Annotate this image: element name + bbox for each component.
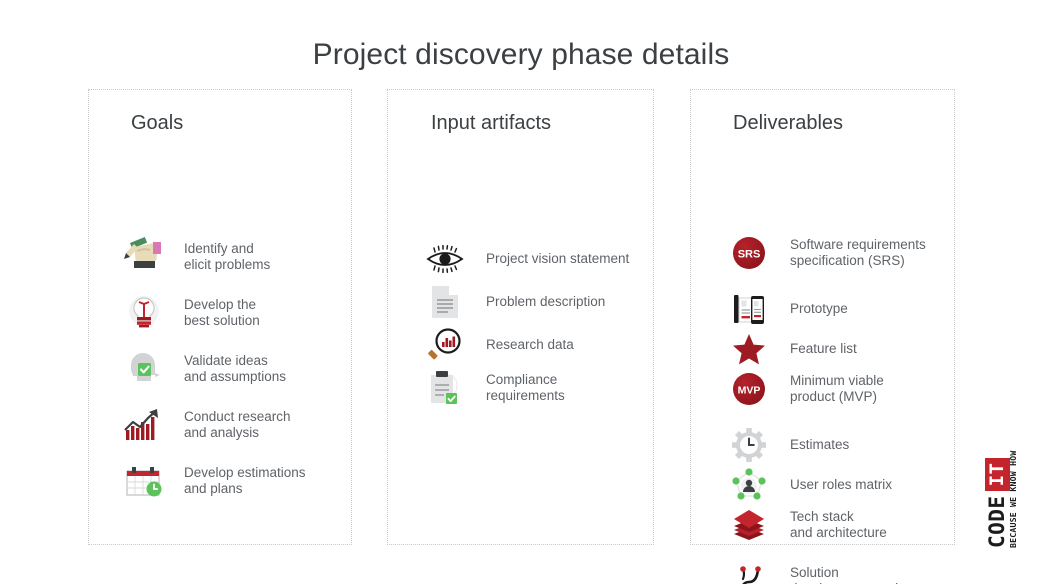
list-item: SRS Software requirements specification … — [727, 233, 926, 273]
head-check-icon — [122, 349, 166, 389]
panel-goals-items: Identify and elicit problems Develop the… — [89, 90, 351, 544]
list-item: Identify and elicit problems — [122, 237, 270, 277]
list-item-label: Compliance requirements — [486, 372, 565, 403]
page-title: Project discovery phase details — [312, 38, 730, 71]
panel-input-artifacts-items: Project vision statement Problem descrip… — [388, 90, 653, 544]
list-item: Research data — [423, 325, 574, 365]
clipboard-check-icon — [423, 368, 467, 408]
lightbulb-icon — [122, 293, 166, 333]
list-item-label: Validate ideas and assumptions — [184, 353, 287, 384]
panel-input-artifacts: Input artifacts Project vision statement… — [387, 89, 654, 545]
magnifier-chart-icon — [423, 325, 467, 365]
list-item-label: Tech stack and architecture — [790, 509, 887, 540]
brand-logo: CODE IT BECAUSE WE KNOW HOW — [983, 424, 1021, 550]
list-item: Conduct research and analysis — [122, 405, 291, 445]
star-icon — [727, 329, 771, 369]
logo-tagline-wrap: BECAUSE WE KNOW HOW — [1007, 424, 1019, 548]
panel-deliverables: Deliverables SRS Software requirements s… — [690, 89, 955, 584]
list-item: Project vision statement — [423, 239, 629, 279]
user-network-icon — [727, 465, 771, 505]
document-icon — [423, 282, 467, 322]
list-item-label: Identify and elicit problems — [184, 241, 271, 272]
layers-stack-icon — [727, 505, 771, 545]
list-item: MVP Minimum viable product (MVP) — [727, 369, 884, 409]
growth-chart-icon — [122, 405, 166, 445]
list-item: Validate ideas and assumptions — [122, 349, 286, 389]
mvp-badge-icon: MVP — [727, 369, 771, 409]
list-item: Develop the best solution — [122, 293, 260, 333]
list-item-label: Develop the best solution — [184, 297, 260, 328]
roadmap-path-icon — [727, 561, 771, 584]
svg-text:SRS: SRS — [738, 249, 761, 261]
list-item-label: Solution development roadmap — [790, 565, 924, 584]
list-item-label: User roles matrix — [790, 477, 893, 492]
eye-icon — [423, 239, 467, 279]
list-item-label: Estimates — [790, 437, 850, 452]
list-item: Prototype — [727, 289, 848, 329]
list-item-label: Minimum viable product (MVP) — [790, 373, 884, 404]
list-item-label: Research data — [486, 337, 574, 352]
list-item-label: Feature list — [790, 341, 857, 356]
logo-code-text: CODE — [984, 495, 1009, 548]
gear-clock-icon — [727, 425, 771, 465]
srs-badge-icon: SRS — [727, 233, 771, 273]
list-item-label: Prototype — [790, 301, 848, 316]
list-item: Problem description — [423, 282, 605, 322]
calendar-clock-icon — [122, 461, 166, 501]
list-item-label: Conduct research and analysis — [184, 409, 291, 440]
slide-canvas: Project discovery phase details Goals Id… — [0, 0, 1042, 584]
list-item-label: Problem description — [486, 294, 606, 309]
list-item: Develop estimations and plans — [122, 461, 306, 501]
list-item: Tech stack and architecture — [727, 505, 887, 545]
list-item-label: Project vision statement — [486, 251, 630, 266]
list-item: Solution development roadmap — [727, 561, 924, 584]
hand-pencil-icon — [122, 237, 166, 277]
list-item: Estimates — [727, 425, 849, 465]
logo-it-badge: IT — [984, 457, 1010, 492]
panel-goals: Goals Identify and elicit problems Devel… — [88, 89, 352, 545]
list-item: Feature list — [727, 329, 857, 369]
logo-wordmark: CODE IT — [984, 424, 1010, 548]
list-item-label: Software requirements specification (SRS… — [790, 237, 926, 268]
logo-tagline: BECAUSE WE KNOW HOW — [1007, 450, 1018, 548]
list-item-label: Develop estimations and plans — [184, 465, 306, 496]
prototype-devices-icon — [727, 289, 771, 329]
list-item: Compliance requirements — [423, 368, 565, 408]
panel-deliverables-items: SRS Software requirements specification … — [691, 90, 954, 584]
list-item: User roles matrix — [727, 465, 892, 505]
svg-text:MVP: MVP — [738, 384, 761, 396]
